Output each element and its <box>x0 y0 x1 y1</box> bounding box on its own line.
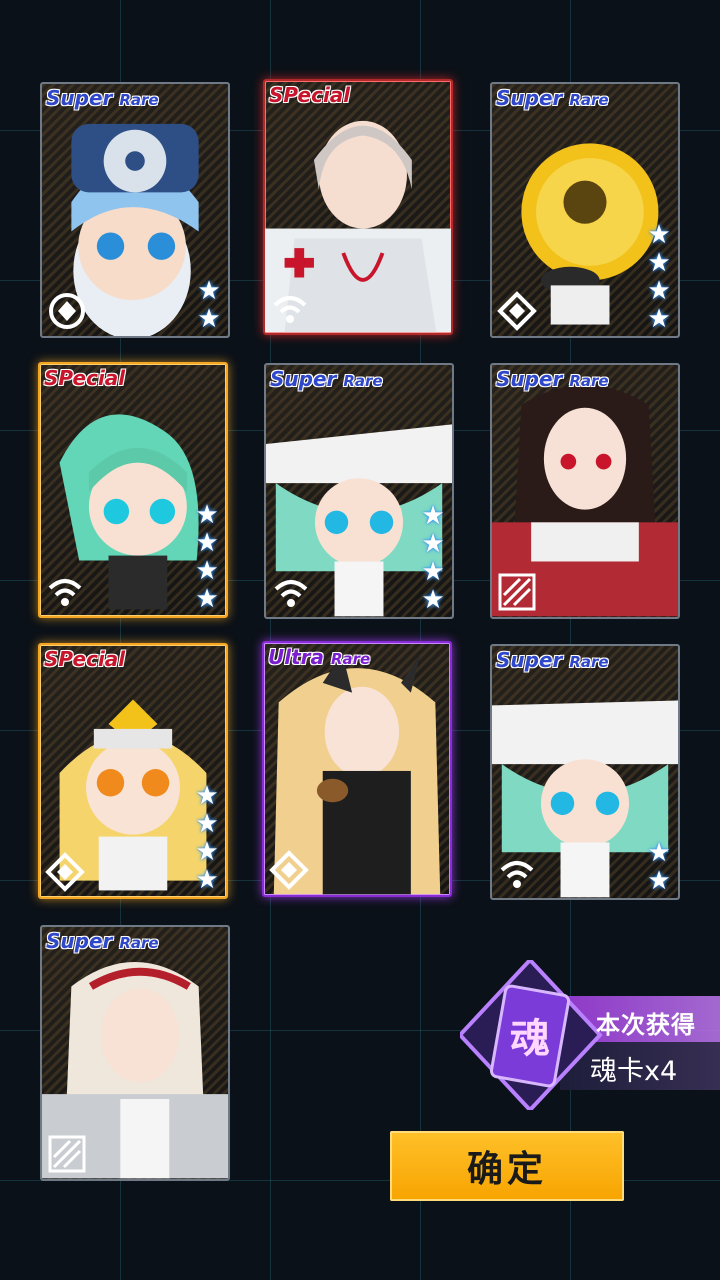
card-6[interactable]: Super Rare <box>490 363 680 619</box>
card-3[interactable]: Super Rare ★ ★ ★ ★ <box>490 82 680 338</box>
star-icon: ★ <box>195 781 219 811</box>
star-rating: ★ ★ ★ ★ <box>646 222 672 332</box>
star-icon: ★ <box>647 304 671 334</box>
star-rating: ★ ★ <box>646 840 672 894</box>
card-10[interactable]: Super Rare <box>40 925 230 1181</box>
slash-class-icon <box>498 573 536 611</box>
signal-class-icon <box>48 579 82 606</box>
signal-class-icon <box>274 580 308 607</box>
star-rating: ★ ★ ★ ★ <box>194 502 220 612</box>
star-icon: ★ <box>195 865 219 895</box>
star-rating: ★ ★ <box>196 278 222 332</box>
star-rating: ★ ★ ★ ★ <box>420 503 446 613</box>
star-icon: ★ <box>647 220 671 250</box>
star-icon: ★ <box>195 584 219 614</box>
star-icon: ★ <box>195 809 219 839</box>
card-1[interactable]: Super Rare ★ ★ <box>40 82 230 338</box>
card-8[interactable]: Ultra Rare <box>262 641 452 897</box>
diamond-class-icon <box>497 291 537 331</box>
star-rating: ★ ★ ★ ★ <box>194 783 220 893</box>
card-7[interactable]: SPecial ★ ★ ★ ★ <box>38 643 228 899</box>
signal-class-icon <box>273 296 307 323</box>
slash-class-icon <box>48 1135 86 1173</box>
star-icon: ★ <box>421 557 445 587</box>
star-icon: ★ <box>195 837 219 867</box>
rarity-label: SPecial <box>44 366 126 390</box>
star-icon: ★ <box>647 866 671 896</box>
signal-class-icon <box>500 861 534 888</box>
soul-card-count: 魂卡x4 <box>590 1056 678 1087</box>
confirm-button[interactable]: 确定 <box>390 1131 624 1201</box>
rarity-label: Ultra Rare <box>268 645 371 669</box>
soul-gain-title: 本次获得 <box>596 1011 696 1039</box>
shield-class-icon <box>49 293 85 329</box>
star-icon: ★ <box>197 304 221 334</box>
star-icon: ★ <box>195 556 219 586</box>
star-icon: ★ <box>197 276 221 306</box>
rarity-label: Super Rare <box>270 367 383 391</box>
rarity-label: Super Rare <box>496 86 609 110</box>
star-icon: ★ <box>421 585 445 615</box>
star-icon: ★ <box>421 529 445 559</box>
card-2[interactable]: SPecial <box>263 79 453 335</box>
star-icon: ★ <box>195 528 219 558</box>
rarity-label: Super Rare <box>46 929 159 953</box>
rarity-label: Super Rare <box>496 648 609 672</box>
soul-char: 魂 <box>510 1016 550 1062</box>
star-icon: ★ <box>421 501 445 531</box>
star-icon: ★ <box>647 838 671 868</box>
rarity-label: SPecial <box>269 83 351 107</box>
card-5[interactable]: Super Rare ★ ★ ★ ★ <box>264 363 454 619</box>
rarity-label: Super Rare <box>46 86 159 110</box>
diamond-class-icon <box>269 850 309 890</box>
star-icon: ★ <box>647 276 671 306</box>
star-icon: ★ <box>647 248 671 278</box>
star-icon: ★ <box>195 500 219 530</box>
card-4[interactable]: SPecial ★ ★ ★ ★ <box>38 362 228 618</box>
card-9[interactable]: Super Rare ★ ★ <box>490 644 680 900</box>
rarity-label: SPecial <box>44 647 126 671</box>
rarity-label: Super Rare <box>496 367 609 391</box>
diamond-class-icon <box>45 852 85 892</box>
